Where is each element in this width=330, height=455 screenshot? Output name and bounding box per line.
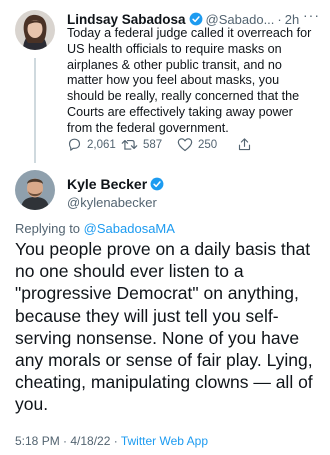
retweet-count: 587 xyxy=(143,138,163,151)
replying-to-line: Replying to @SabadosaMA xyxy=(15,221,175,236)
verified-badge-icon xyxy=(150,177,164,191)
like-count: 250 xyxy=(198,138,218,151)
parent-avatar[interactable] xyxy=(15,10,55,50)
main-handle[interactable]: @kylenabecker xyxy=(67,195,164,210)
reply-icon xyxy=(67,137,87,152)
source-app-link[interactable]: Twitter Web App xyxy=(121,434,208,448)
parent-time[interactable]: 2h xyxy=(285,12,299,27)
parent-tweet-text: Today a federal judge called it overreac… xyxy=(67,26,312,135)
main-display-name[interactable]: Kyle Becker xyxy=(67,176,147,192)
parent-handle[interactable]: @Sabado... xyxy=(206,12,275,27)
tweet-thread: Lindsay Sabadosa @Sabado... · 2h ··· Tod… xyxy=(0,0,330,455)
main-tweet-header: Kyle Becker @kylenabecker xyxy=(67,176,164,210)
reply-count: 2,061 xyxy=(87,138,116,151)
main-tweet-text: You people prove on a daily basis that n… xyxy=(15,239,313,415)
like-icon xyxy=(177,137,198,152)
thread-connector-line xyxy=(34,58,36,163)
like-button[interactable]: 250 xyxy=(177,137,217,152)
tweet-timestamp[interactable]: 5:18 PM · 4/18/22 · xyxy=(15,434,121,448)
more-options-icon[interactable]: ··· xyxy=(303,10,320,23)
tweet-metadata: 5:18 PM · 4/18/22 · Twitter Web App xyxy=(15,434,208,448)
share-icon xyxy=(237,137,257,152)
reply-button[interactable]: 2,061 xyxy=(67,137,116,152)
separator-dot: · xyxy=(277,11,282,27)
main-avatar[interactable] xyxy=(15,170,55,210)
share-button[interactable] xyxy=(237,137,257,152)
replying-to-link[interactable]: @SabadosaMA xyxy=(84,221,175,236)
parent-display-name[interactable]: Lindsay Sabadosa xyxy=(67,12,186,27)
verified-badge-icon xyxy=(189,12,203,26)
parent-tweet-actions: 2,061 587 250 xyxy=(67,137,267,153)
retweet-button[interactable]: 587 xyxy=(121,137,162,152)
replying-label: Replying to xyxy=(15,221,81,236)
retweet-icon xyxy=(121,137,143,152)
